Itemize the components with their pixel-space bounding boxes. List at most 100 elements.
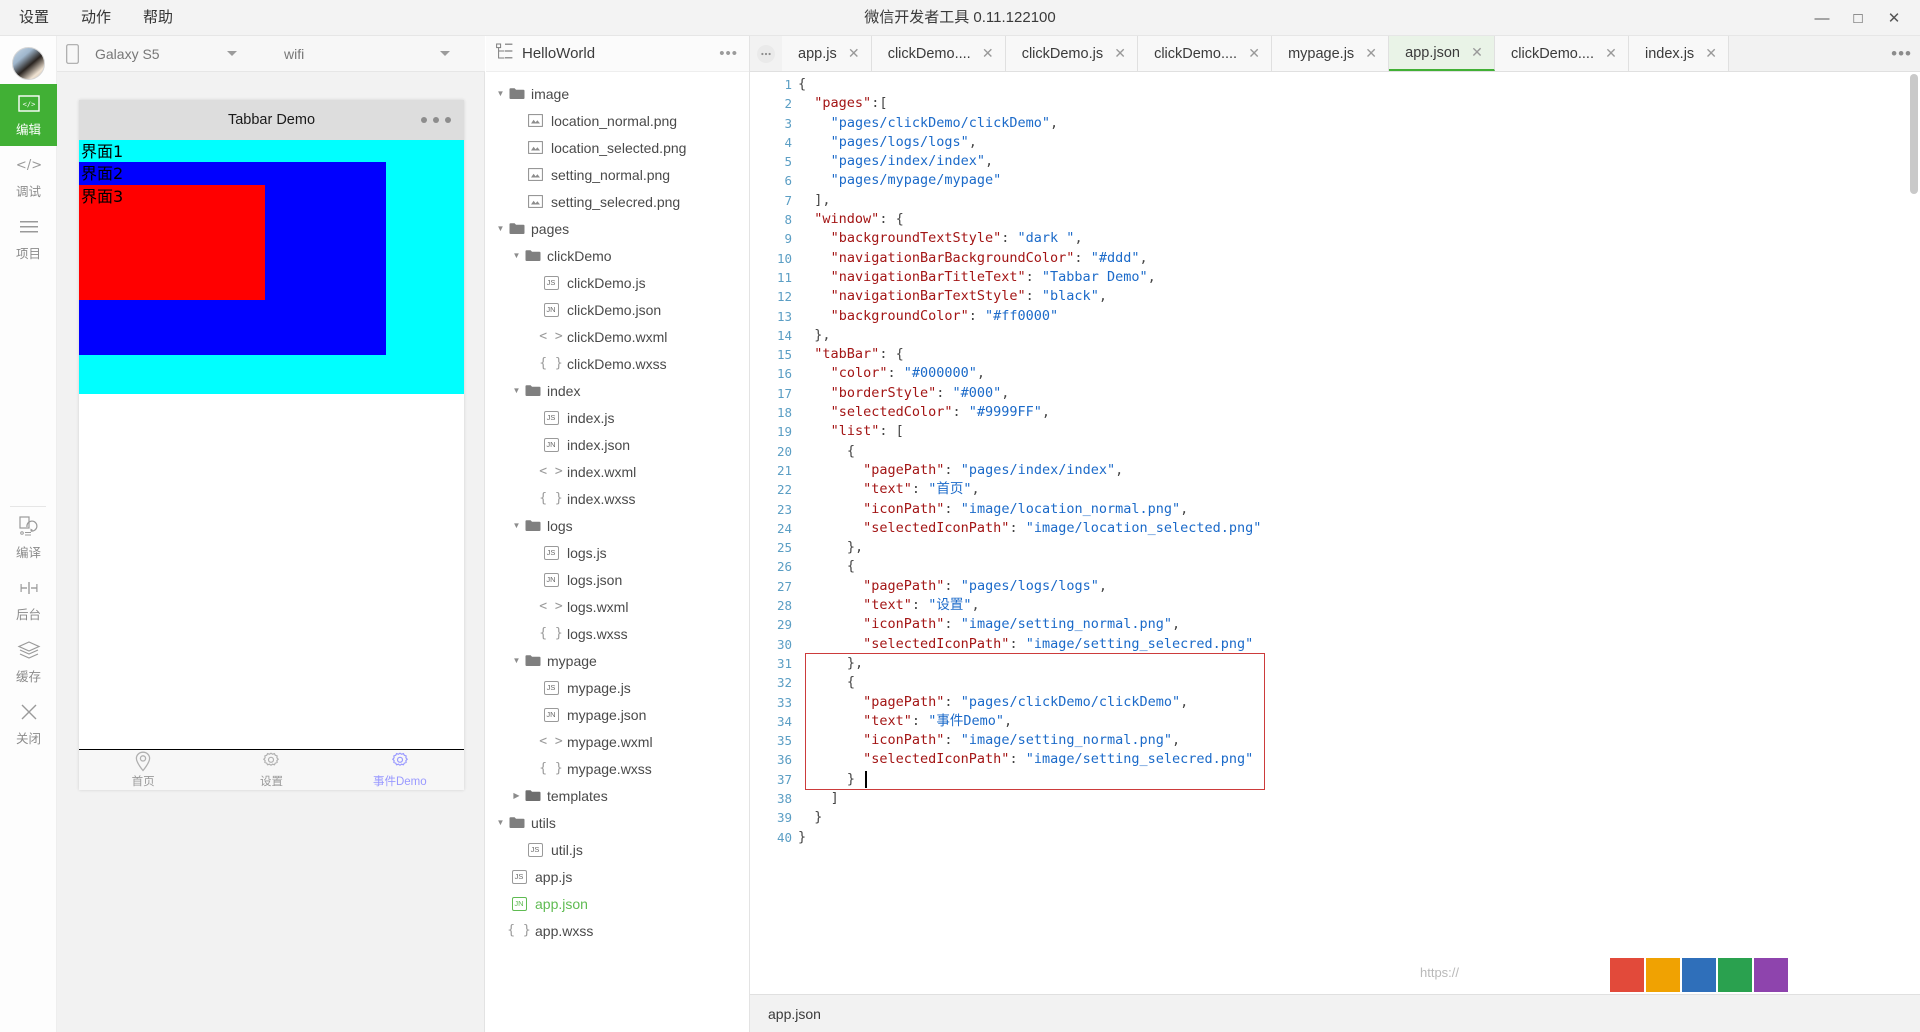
tree-file-row[interactable]: { } index.wxss — [486, 485, 749, 512]
rail-item-cache[interactable]: 缓存 — [0, 631, 57, 693]
editor-tab-close-icon[interactable]: ✕ — [1103, 45, 1137, 62]
editor-tab-close-icon[interactable]: ✕ — [837, 45, 871, 62]
tree-folder-row[interactable]: ▼ logs — [486, 512, 749, 539]
editor-tabs: app.js ✕ clickDemo.... ✕ clickDemo.js ✕ clickD… — [782, 36, 1730, 71]
phone-body: 界面1 界面2 界面3 — [79, 140, 464, 749]
menu-item-help[interactable]: 帮助 — [138, 6, 178, 30]
chevron-down-icon[interactable]: ▼ — [510, 656, 523, 665]
code-editor[interactable]: 1 2 3 4 5 6 7 8 9 10 11 12 13 14 15 16 17 18 19 20 21 22 23 24 2… — [750, 72, 1920, 994]
tree-file-row[interactable]: location_selected.png — [486, 134, 749, 161]
rail-item-close[interactable]: 关闭 — [0, 693, 57, 755]
tree-file-row[interactable]: JN index.json — [486, 431, 749, 458]
chevron-down-icon — [227, 51, 237, 56]
code-content[interactable]: { "pages":[ "pages/clickDemo/clickDemo",… — [798, 75, 1920, 847]
device-select[interactable]: Galaxy S5 — [87, 36, 272, 72]
tree-folder-row[interactable]: ▼ image — [486, 80, 749, 107]
tree-file-row[interactable]: JS index.js — [486, 404, 749, 431]
phone-tab-event-demo[interactable]: 事件Demo — [336, 750, 464, 790]
editor-tab-appjson[interactable]: app.json ✕ — [1389, 36, 1495, 71]
chevron-down-icon[interactable]: ▼ — [510, 251, 523, 260]
avatar[interactable] — [11, 46, 45, 80]
editor-vertical-scrollbar[interactable] — [1908, 72, 1920, 994]
code-line: { — [846, 442, 855, 459]
editor-tab-label: mypage.js — [1288, 45, 1355, 62]
tree-file-row[interactable]: < > mypage.wxml — [486, 728, 749, 755]
editor-tab-close-icon[interactable]: ✕ — [1237, 45, 1271, 62]
editor-tab-clickdemo[interactable]: clickDemo.... ✕ — [871, 36, 1006, 71]
tree-folder-row[interactable]: ▼ utils — [486, 809, 749, 836]
tree-file-row[interactable]: < > clickDemo.wxml — [486, 323, 749, 350]
tree-folder-row[interactable]: ▼ index — [486, 377, 749, 404]
editor-tab-close-icon[interactable]: ✕ — [1354, 45, 1388, 62]
tree-file-row[interactable]: setting_selecred.png — [486, 188, 749, 215]
tree-folder-row[interactable]: ▶ templates — [486, 782, 749, 809]
tree-file-row[interactable]: JN logs.json — [486, 566, 749, 593]
line-number: 26 — [776, 559, 792, 575]
tree-file-row[interactable]: JN mypage.json — [486, 701, 749, 728]
tree-file-row[interactable]: { } mypage.wxss — [486, 755, 749, 782]
tree-file-row[interactable]: JS logs.js — [486, 539, 749, 566]
tree-file-row[interactable]: JS mypage.js — [486, 674, 749, 701]
avatar-container[interactable] — [0, 36, 56, 84]
chevron-down-icon[interactable]: ▼ — [494, 89, 507, 98]
tree-file-row[interactable]: JN clickDemo.json — [486, 296, 749, 323]
line-number: 20 — [776, 443, 792, 459]
code-line: "selectedIconPath": "image/location_sele… — [863, 519, 1262, 536]
code-line: { — [846, 674, 855, 691]
editor-tab-close-icon[interactable]: ✕ — [971, 45, 1005, 62]
rail-item-debug[interactable]: </> 调试 — [0, 146, 57, 208]
code-line: "pages/clickDemo/clickDemo", — [830, 114, 1059, 131]
editor-tab-indexjs[interactable]: index.js ✕ — [1629, 36, 1730, 71]
menu-item-settings[interactable]: 设置 — [14, 6, 54, 30]
rail-item-project[interactable]: 项目 — [0, 208, 57, 270]
chevron-down-icon[interactable]: ▼ — [494, 224, 507, 233]
tree-file-row[interactable]: JS app.js — [486, 863, 749, 890]
tree-folder-row[interactable]: ▼ pages — [486, 215, 749, 242]
tree-file-row[interactable]: JS util.js — [486, 836, 749, 863]
maximize-button[interactable]: □ — [1840, 0, 1876, 36]
editor-tab-clickdemojs[interactable]: clickDemo.js ✕ — [1005, 36, 1139, 71]
tree-file-row[interactable]: { } clickDemo.wxss — [486, 350, 749, 377]
editor-tab-close-icon[interactable]: ✕ — [1460, 44, 1494, 61]
tabstrip-more-icon[interactable]: ••• — [1891, 36, 1912, 72]
menu-item-actions[interactable]: 动作 — [76, 6, 116, 30]
close-window-button[interactable]: ✕ — [1876, 0, 1912, 36]
editor-tab-appjs[interactable]: app.js ✕ — [782, 36, 872, 71]
rail-item-backstage[interactable]: 后台 — [0, 569, 57, 631]
tree-file-row[interactable]: setting_normal.png — [486, 161, 749, 188]
chevron-down-icon[interactable]: ▼ — [510, 386, 523, 395]
editor-tab-close-icon[interactable]: ✕ — [1694, 45, 1728, 62]
phone-tab-home[interactable]: 首页 — [79, 750, 207, 790]
line-number: 29 — [776, 617, 792, 633]
network-select[interactable]: wifi — [272, 36, 472, 72]
minimize-button[interactable]: — — [1804, 0, 1840, 36]
scrollbar-thumb[interactable] — [1910, 74, 1918, 194]
tree-folder-row[interactable]: ▼ clickDemo — [486, 242, 749, 269]
ellipsis-icon[interactable] — [750, 36, 782, 71]
tree-item-label: clickDemo.wxss — [567, 355, 667, 372]
window-title: 微信开发者工具 0.11.122100 — [864, 8, 1056, 26]
tree-file-row[interactable]: < > index.wxml — [486, 458, 749, 485]
editor-tab-close-icon[interactable]: ✕ — [1594, 45, 1628, 62]
phone-tab-label: 事件Demo — [372, 776, 427, 788]
phone-nav-menu-icon[interactable] — [421, 117, 451, 123]
menubar: 设置 动作 帮助 — [0, 0, 178, 36]
tree-file-row[interactable]: < > logs.wxml — [486, 593, 749, 620]
code-line: "pagePath": "pages/index/index", — [863, 461, 1124, 478]
phone-tab-settings[interactable]: 设置 — [207, 750, 335, 790]
rail-item-compile[interactable]: 编译 — [0, 507, 57, 569]
editor-tab-clickdemo[interactable]: clickDemo.... ✕ — [1495, 36, 1629, 71]
ellipsis-icon[interactable]: ••• — [719, 45, 738, 62]
tree-file-row[interactable]: JS clickDemo.js — [486, 269, 749, 296]
chevron-down-icon[interactable]: ▼ — [494, 818, 507, 827]
rail-item-edit[interactable]: </> 编辑 — [0, 84, 57, 146]
chevron-down-icon[interactable]: ▼ — [510, 521, 523, 530]
editor-tab-clickdemo[interactable]: clickDemo.... ✕ — [1138, 36, 1273, 71]
tree-file-row[interactable]: JN app.json — [486, 890, 749, 917]
tree-file-row[interactable]: { } app.wxss — [486, 917, 749, 944]
tree-file-row[interactable]: { } logs.wxss — [486, 620, 749, 647]
tree-file-row[interactable]: location_normal.png — [486, 107, 749, 134]
editor-tab-mypagejs[interactable]: mypage.js ✕ — [1272, 36, 1390, 71]
chevron-right-icon[interactable]: ▶ — [510, 791, 523, 800]
tree-folder-row[interactable]: ▼ mypage — [486, 647, 749, 674]
